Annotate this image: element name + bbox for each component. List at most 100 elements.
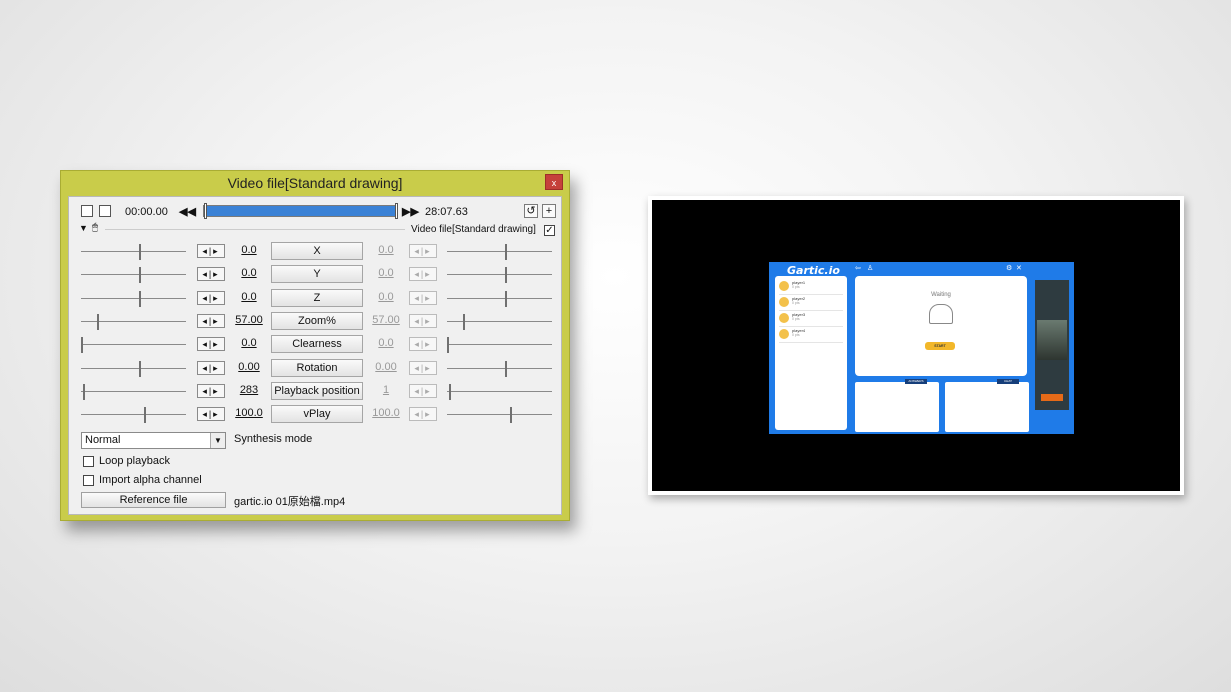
end-step-arrows[interactable]: ◂|▸ [409, 244, 437, 258]
start-slider-thumb[interactable] [139, 361, 141, 377]
param-name-button[interactable]: vPlay [271, 405, 363, 423]
param-name-button[interactable]: Clearness [271, 335, 363, 353]
reference-file-button[interactable]: Reference file [81, 492, 226, 508]
start-slider-thumb[interactable] [139, 244, 141, 260]
start-step-arrows[interactable]: ◂|▸ [197, 314, 225, 328]
add-icon[interactable]: + [542, 204, 556, 218]
start-value[interactable]: 100.0 [229, 407, 269, 419]
start-value[interactable]: 57.00 [229, 314, 269, 326]
start-slider-thumb[interactable] [139, 291, 141, 307]
param-row-x: ◂|▸ 0.0 X 0.0 ◂|▸ [69, 241, 563, 261]
start-slider-thumb[interactable] [81, 337, 83, 353]
end-value[interactable]: 100.0 [366, 407, 406, 419]
player-points: 0 pts [792, 301, 800, 305]
close-button[interactable]: x [545, 174, 563, 190]
camera-icon[interactable]: ↺ [524, 204, 538, 218]
start-value[interactable]: 0.0 [229, 291, 269, 303]
start-slider-track[interactable] [81, 298, 186, 299]
end-step-arrows[interactable]: ◂|▸ [409, 291, 437, 305]
end-step-arrows[interactable]: ◂|▸ [409, 267, 437, 281]
start-slider-thumb[interactable] [83, 384, 85, 400]
rewind-icon[interactable]: ◀◀ [179, 205, 196, 218]
start-slider-track[interactable] [81, 368, 186, 369]
end-slider-thumb[interactable] [505, 361, 507, 377]
end-slider-thumb[interactable] [505, 244, 507, 260]
end-slider-track[interactable] [447, 274, 552, 275]
param-name-button[interactable]: Rotation [271, 359, 363, 377]
end-slider-track[interactable] [447, 414, 552, 415]
end-slider-thumb[interactable] [505, 291, 507, 307]
seek-bar[interactable] [203, 203, 398, 219]
end-value[interactable]: 0.00 [366, 361, 406, 373]
start-slider-track[interactable] [81, 414, 186, 415]
chat-header: CHAT [997, 379, 1019, 384]
film-icon[interactable] [81, 205, 93, 217]
seek-thumb[interactable] [204, 203, 207, 219]
chevron-down-icon: ▼ [210, 433, 225, 448]
start-step-arrows[interactable]: ◂|▸ [197, 291, 225, 305]
dialog-titlebar[interactable]: Video file[Standard drawing] x [61, 171, 569, 195]
param-name-button[interactable]: X [271, 242, 363, 260]
end-value[interactable]: 1 [366, 384, 406, 396]
param-name-button[interactable]: Y [271, 265, 363, 283]
end-value[interactable]: 0.0 [366, 267, 406, 279]
end-step-arrows[interactable]: ◂|▸ [409, 314, 437, 328]
start-slider-thumb[interactable] [139, 267, 141, 283]
end-slider-track[interactable] [447, 368, 552, 369]
end-step-arrows[interactable]: ◂|▸ [409, 337, 437, 351]
frame-icon[interactable] [99, 205, 111, 217]
end-slider-thumb[interactable] [449, 384, 451, 400]
layer-enable-checkbox[interactable]: ✓ [544, 225, 555, 236]
settings-icon: ⚙ [1006, 265, 1013, 272]
file-name: gartic.io 01原始檔.mp4 [234, 496, 346, 508]
param-name-button[interactable]: Z [271, 289, 363, 307]
fast-forward-icon[interactable]: ▶▶ [402, 205, 419, 218]
answers-panel: ANSWERS [855, 379, 939, 432]
param-name-button[interactable]: Playback position [271, 382, 363, 400]
start-value[interactable]: 0.0 [229, 244, 269, 256]
end-slider-track[interactable] [447, 344, 552, 345]
start-slider-thumb[interactable] [97, 314, 99, 330]
collapse-icon[interactable]: ▼ [79, 223, 88, 233]
end-step-arrows[interactable]: ◂|▸ [409, 407, 437, 421]
start-step-arrows[interactable]: ◂|▸ [197, 337, 225, 351]
start-step-arrows[interactable]: ◂|▸ [197, 267, 225, 281]
end-value[interactable]: 57.00 [366, 314, 406, 326]
start-slider-track[interactable] [81, 251, 186, 252]
import-alpha-checkbox[interactable] [83, 475, 94, 486]
start-step-arrows[interactable]: ◂|▸ [197, 244, 225, 258]
start-slider-track[interactable] [81, 344, 186, 345]
start-value[interactable]: 0.00 [229, 361, 269, 373]
end-value[interactable]: 0.0 [366, 244, 406, 256]
dialog-client: 00:00.00 ◀◀ ▶▶ 28:07.63 ↺ + ▼ 🖱 Video fi… [68, 196, 562, 515]
end-value[interactable]: 0.0 [366, 291, 406, 303]
end-slider-track[interactable] [447, 251, 552, 252]
start-step-arrows[interactable]: ◂|▸ [197, 361, 225, 375]
synthesis-mode-select[interactable]: Normal ▼ [81, 432, 226, 449]
end-step-arrows[interactable]: ◂|▸ [409, 384, 437, 398]
player-item: player4 0 pts [779, 328, 843, 343]
start-value[interactable]: 0.0 [229, 337, 269, 349]
end-slider-track[interactable] [447, 391, 552, 392]
param-name-button[interactable]: Zoom% [271, 312, 363, 330]
end-slider-thumb[interactable] [447, 337, 449, 353]
start-slider-thumb[interactable] [144, 407, 146, 423]
param-row-y: ◂|▸ 0.0 Y 0.0 ◂|▸ [69, 264, 563, 284]
end-slider-thumb[interactable] [510, 407, 512, 423]
end-slider-track[interactable] [447, 298, 552, 299]
start-slider-track[interactable] [81, 391, 186, 392]
loop-playback-checkbox[interactable] [83, 456, 94, 467]
end-slider-thumb[interactable] [505, 267, 507, 283]
start-slider-track[interactable] [81, 274, 186, 275]
start-step-arrows[interactable]: ◂|▸ [197, 384, 225, 398]
start-step-arrows[interactable]: ◂|▸ [197, 407, 225, 421]
divider [105, 229, 405, 230]
end-step-arrows[interactable]: ◂|▸ [409, 361, 437, 375]
chat-panel: CHAT [945, 379, 1029, 432]
preview-window: Gartic.io ⇦ ♙ ⚙ ✕ player1 0 pts player2 0 … [648, 196, 1184, 495]
end-slider-thumb[interactable] [463, 314, 465, 330]
start-value[interactable]: 0.0 [229, 267, 269, 279]
end-value[interactable]: 0.0 [366, 337, 406, 349]
start-button: START [925, 342, 955, 350]
start-value[interactable]: 283 [229, 384, 269, 396]
